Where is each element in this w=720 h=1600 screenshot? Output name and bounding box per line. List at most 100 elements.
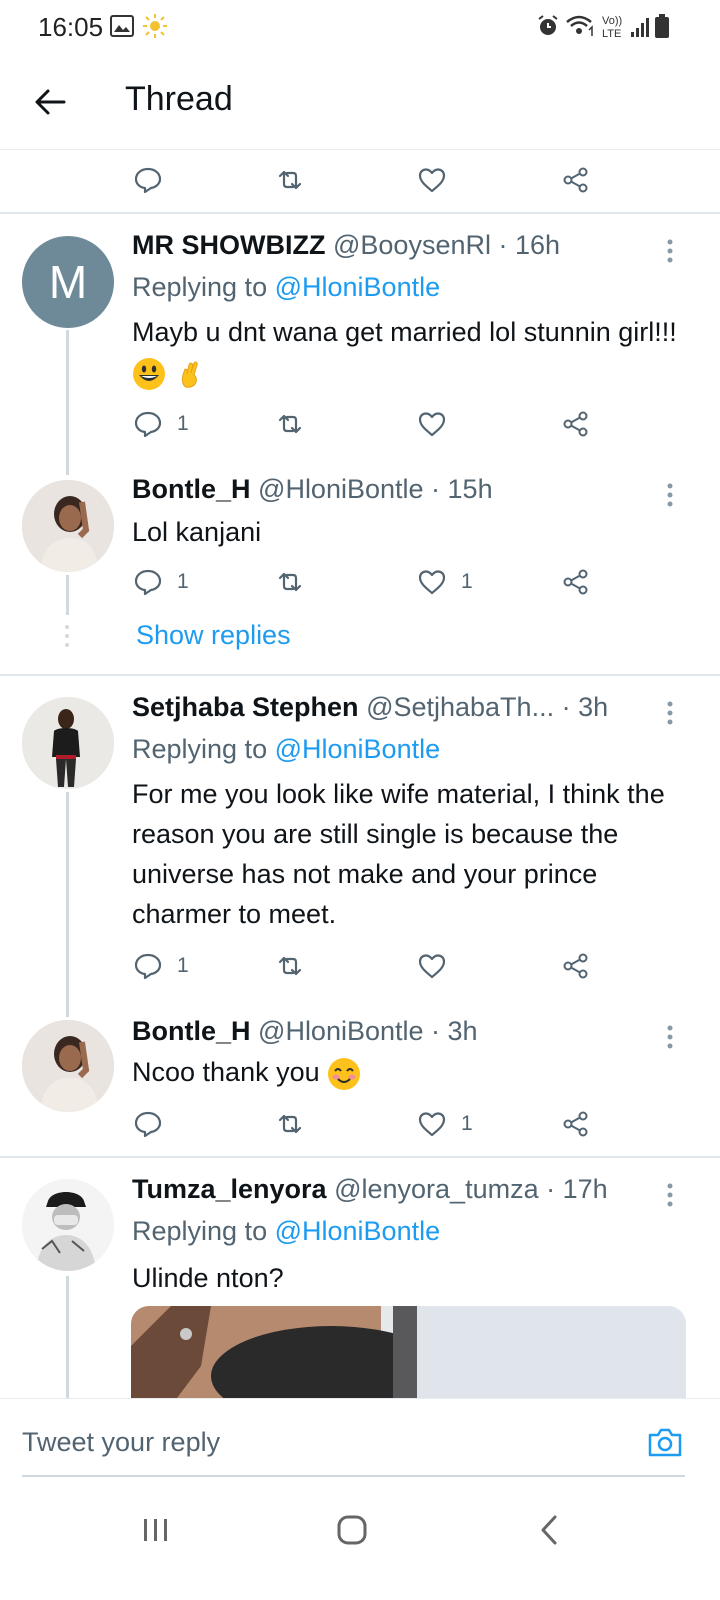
volte-icon: Vo)) LTE (602, 15, 622, 40)
avatar-letter: M (48, 256, 88, 308)
tweet-time: · 3h (431, 1016, 478, 1046)
more-options-icon[interactable] (662, 1022, 678, 1052)
more-options-icon[interactable] (662, 236, 678, 266)
retweet-icon (278, 170, 302, 190)
grinning-face-emoji-icon (133, 357, 165, 390)
thread-line (66, 1276, 69, 1400)
compose-underline (22, 1475, 685, 1477)
like-button[interactable]: 1 (417, 562, 473, 602)
share-icon (563, 411, 588, 437)
reply-input[interactable]: Tweet your reply (22, 1427, 220, 1458)
reply-button[interactable] (133, 160, 163, 200)
avatar-photo-icon (22, 697, 114, 789)
retweet-button[interactable] (275, 404, 305, 444)
more-replies-dots-icon (65, 625, 69, 647)
retweet-button[interactable] (275, 1104, 305, 1144)
back-arrow-icon[interactable] (30, 82, 70, 122)
more-options-icon[interactable] (662, 480, 678, 510)
like-button[interactable]: 1 (417, 1104, 473, 1144)
reply-button[interactable] (133, 1104, 163, 1144)
reply-button[interactable]: 1 (133, 946, 189, 986)
signal-icon (631, 18, 649, 37)
tweet-text-content: Ulinde nton? (132, 1263, 284, 1293)
recent-apps-icon[interactable] (136, 1510, 176, 1550)
replying-label: Replying to (132, 734, 268, 764)
heart-icon (418, 168, 446, 193)
replying-label: Replying to (132, 1216, 268, 1246)
share-button[interactable] (561, 1104, 591, 1144)
tweet-text-content: Ncoo thank you (132, 1057, 320, 1087)
tweet-header: MR SHOWBIZZ @BooysenRl · 16h (132, 230, 672, 261)
wifi-icon (566, 15, 593, 36)
status-bar: 16:05 Vo)) LTE (0, 0, 720, 56)
system-nav-bar (0, 1480, 720, 1600)
retweet-button[interactable] (275, 946, 305, 986)
heart-icon (418, 570, 446, 595)
tweet-header: Bontle_H @HloniBontle · 15h (132, 474, 672, 505)
replying-to-handle[interactable]: @HloniBontle (275, 734, 441, 764)
avatar[interactable] (22, 697, 114, 789)
avatar[interactable] (22, 1020, 114, 1112)
replying-to: Replying to @HloniBontle (132, 1216, 440, 1247)
home-icon[interactable] (332, 1510, 372, 1550)
reply-icon (134, 411, 162, 438)
author-handle[interactable]: @HloniBontle (258, 474, 424, 504)
author-handle[interactable]: @BooysenRl (333, 230, 491, 260)
share-button[interactable] (561, 404, 591, 444)
like-button[interactable] (417, 160, 447, 200)
tweet-actions: 1 (0, 404, 720, 444)
like-count: 1 (461, 1112, 473, 1135)
replying-to-handle[interactable]: @HloniBontle (275, 272, 441, 302)
retweet-icon (278, 572, 302, 592)
reply-button[interactable]: 1 (133, 562, 189, 602)
author-name[interactable]: MR SHOWBIZZ (132, 230, 325, 260)
author-name[interactable]: Setjhaba Stephen (132, 692, 359, 722)
reply-icon (134, 167, 162, 194)
like-button[interactable] (417, 404, 447, 444)
svg-text:Vo)): Vo)) (602, 15, 622, 27)
camera-icon[interactable] (646, 1423, 684, 1461)
tweet-media-image[interactable] (131, 1306, 686, 1406)
replying-label: Replying to (132, 272, 268, 302)
avatar[interactable] (22, 480, 114, 572)
avatar[interactable] (22, 1179, 114, 1271)
tweet-actions: 1 (0, 946, 720, 986)
retweet-button[interactable] (275, 160, 305, 200)
reply-icon (134, 569, 162, 596)
reply-compose-bar[interactable]: Tweet your reply (0, 1398, 720, 1478)
author-name[interactable]: Tumza_lenyora (132, 1174, 327, 1204)
share-button[interactable] (561, 946, 591, 986)
reply-icon (134, 1111, 162, 1138)
tweet-text: Lol kanjani (132, 512, 692, 552)
author-handle[interactable]: @lenyora_tumza (334, 1174, 539, 1204)
reply-button[interactable]: 1 (133, 404, 189, 444)
author-handle[interactable]: @SetjhabaTh... (366, 692, 554, 722)
replying-to-handle[interactable]: @HloniBontle (275, 1216, 441, 1246)
reply-icon (134, 953, 162, 980)
more-options-icon[interactable] (662, 698, 678, 728)
system-back-icon[interactable] (530, 1510, 570, 1550)
more-options-icon[interactable] (662, 1180, 678, 1210)
page-title: Thread (125, 80, 233, 118)
share-button[interactable] (561, 562, 591, 602)
retweet-button[interactable] (275, 562, 305, 602)
tweet-actions: 1 (0, 1104, 720, 1144)
tweet-time: · 16h (498, 230, 561, 260)
author-handle[interactable]: @HloniBontle (258, 1016, 424, 1046)
thread-line (66, 330, 69, 475)
like-button[interactable] (417, 946, 447, 986)
tweet-time: · 17h (546, 1174, 608, 1204)
avatar[interactable]: M (22, 236, 114, 328)
heart-icon (418, 412, 446, 437)
author-name[interactable]: Bontle_H (132, 474, 251, 504)
replying-to: Replying to @HloniBontle (132, 734, 440, 765)
heart-icon (418, 1112, 446, 1137)
tweet-header: Tumza_lenyora @lenyora_tumza · 17h (132, 1174, 672, 1205)
show-replies-link[interactable]: Show replies (136, 620, 291, 651)
share-icon (563, 167, 588, 193)
tweet-text: Ulinde nton? (132, 1258, 692, 1298)
status-time: 16:05 (38, 12, 104, 42)
divider (0, 212, 720, 214)
share-button[interactable] (561, 160, 591, 200)
author-name[interactable]: Bontle_H (132, 1016, 251, 1046)
